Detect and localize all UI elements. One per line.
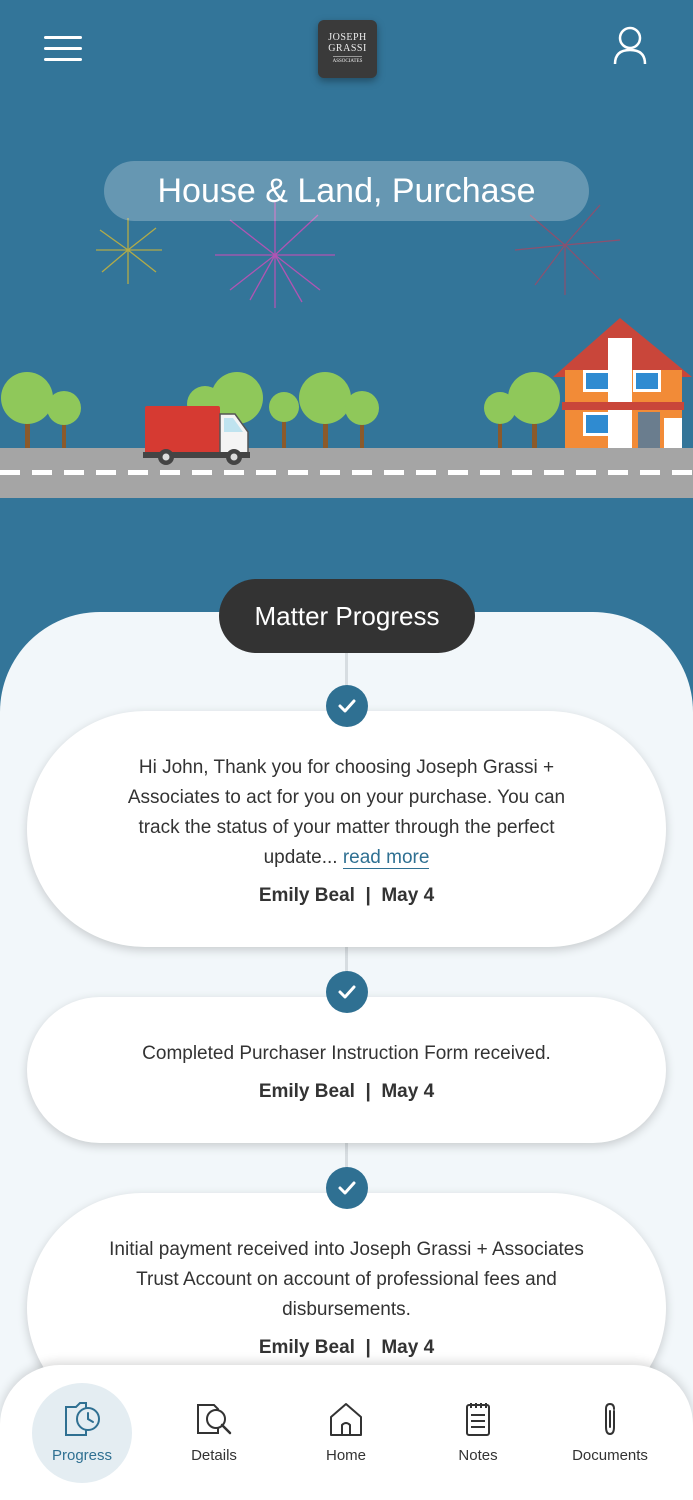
company-logo: JOSEPH GRASSI ASSOCIATES [318, 20, 377, 78]
update-meta: Emily Beal | May 4 [258, 885, 435, 906]
street-illustration [0, 318, 693, 498]
update-meta: Emily Beal | May 4 [258, 1081, 435, 1102]
update-date: May 4 [381, 1337, 435, 1358]
update-message: Initial payment received into Joseph Gra… [109, 1239, 584, 1320]
check-icon [326, 685, 368, 727]
tab-label: Details [191, 1447, 237, 1464]
update-author: Emily Beal [258, 1337, 355, 1358]
update-message: Completed Purchaser Instruction Form rec… [142, 1043, 551, 1064]
tab-home[interactable]: Home [296, 1365, 396, 1500]
logo-text-line2: GRASSI [328, 43, 367, 54]
logo-text-line1: JOSEPH [328, 32, 367, 43]
home-icon [326, 1399, 366, 1439]
tab-details[interactable]: Details [164, 1365, 264, 1500]
update-author: Emily Beal [258, 1081, 355, 1102]
page-title: House & Land, Purchase [104, 161, 589, 221]
update-author: Emily Beal [258, 885, 355, 906]
notes-icon [458, 1399, 498, 1439]
matter-progress-heading: Matter Progress [219, 579, 475, 653]
progress-update-card: Hi John, Thank you for choosing Joseph G… [27, 711, 666, 947]
tab-label: Notes [458, 1447, 498, 1464]
check-icon [326, 1167, 368, 1209]
tab-progress[interactable]: Progress [32, 1365, 132, 1500]
hero-banner: JOSEPH GRASSI ASSOCIATES House & Land, P… [0, 0, 693, 640]
read-more-link[interactable]: read more [342, 847, 430, 869]
progress-update-card: Completed Purchaser Instruction Form rec… [27, 997, 666, 1143]
tab-label: Progress [51, 1447, 113, 1464]
profile-icon[interactable] [612, 26, 648, 66]
update-date: May 4 [381, 885, 435, 906]
update-date: May 4 [381, 1081, 435, 1102]
documents-icon [590, 1399, 630, 1439]
update-message: Hi John, Thank you for choosing Joseph G… [107, 753, 586, 873]
tab-documents[interactable]: Documents [560, 1365, 660, 1500]
tab-label: Home [325, 1447, 366, 1464]
details-icon [194, 1399, 234, 1439]
check-icon [326, 971, 368, 1013]
bottom-navigation: Progress Details Home Notes Documents [0, 1365, 693, 1500]
logo-text-line3: ASSOCIATES [332, 56, 363, 66]
menu-button[interactable] [44, 36, 82, 62]
tab-notes[interactable]: Notes [428, 1365, 528, 1500]
update-meta: Emily Beal | May 4 [258, 1337, 435, 1358]
tab-label: Documents [572, 1447, 648, 1464]
progress-icon [62, 1399, 102, 1439]
